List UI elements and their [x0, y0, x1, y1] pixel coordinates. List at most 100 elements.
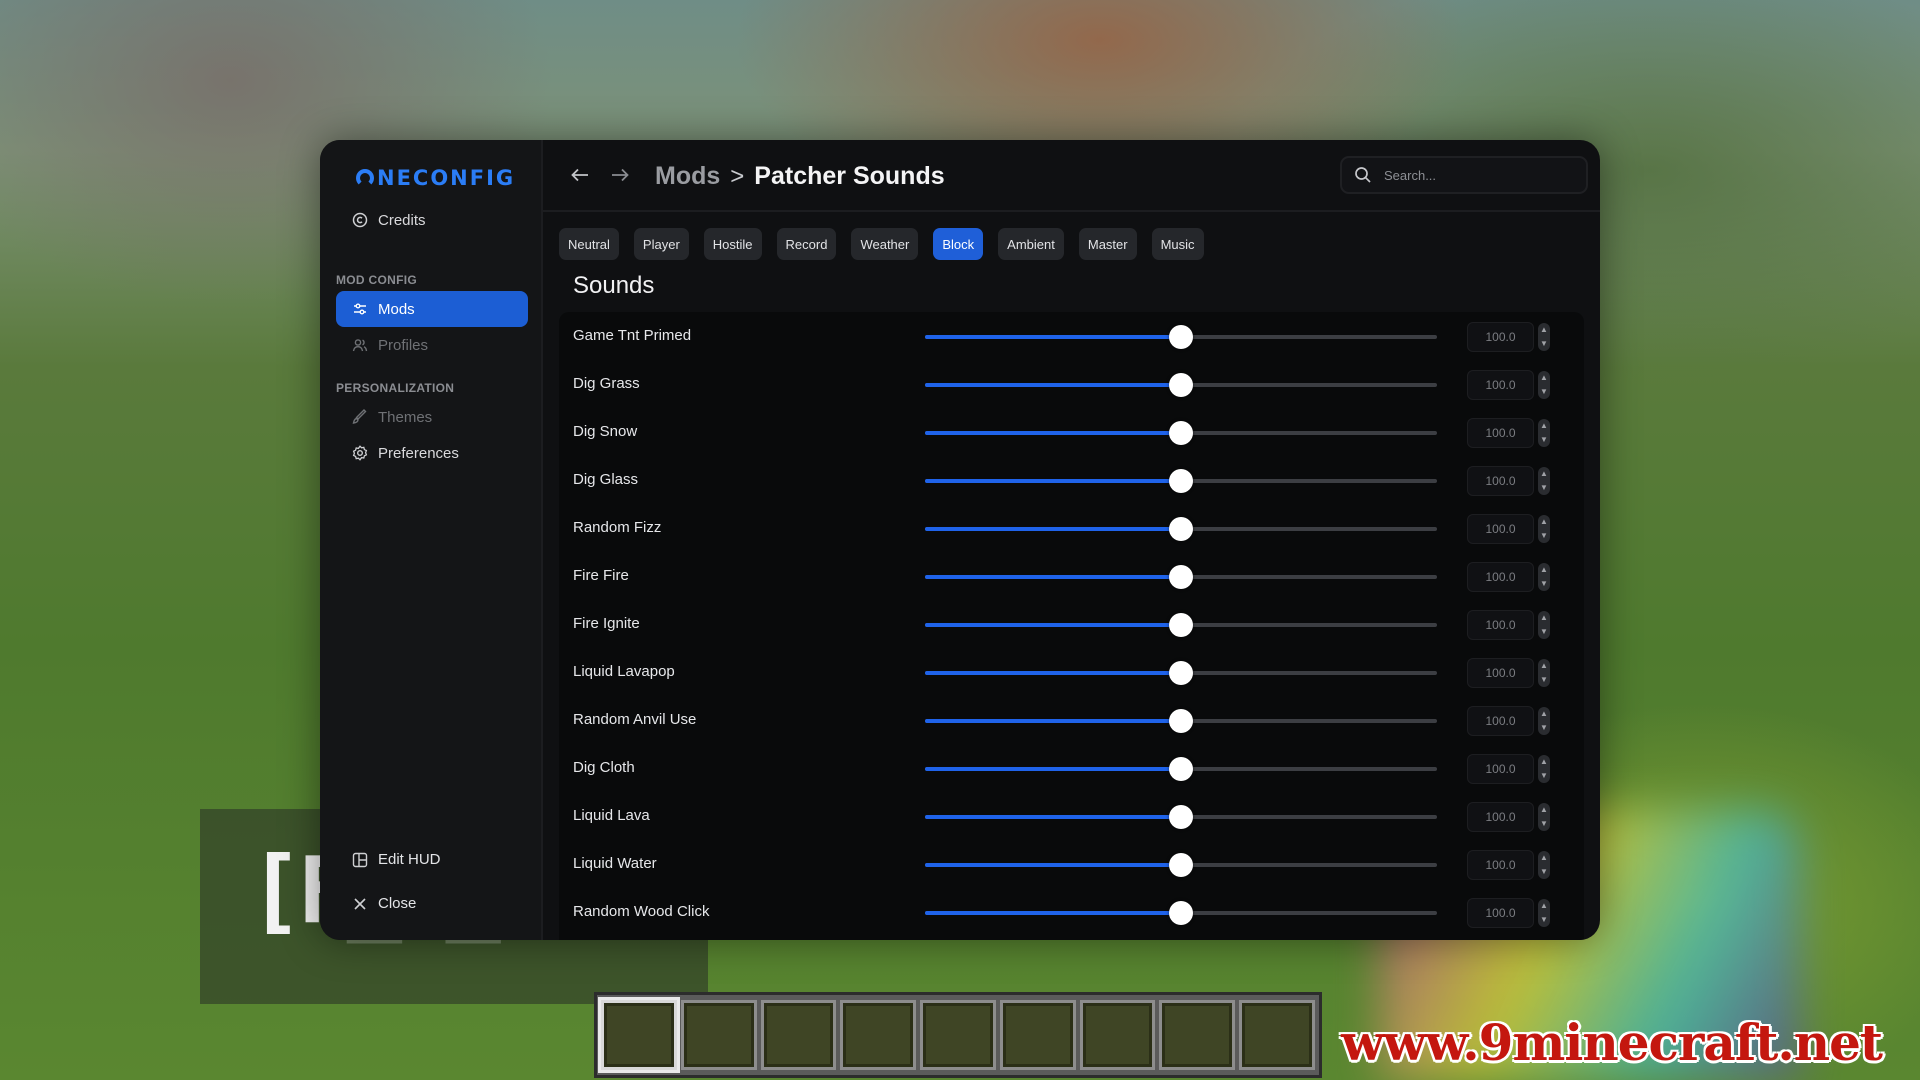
chevron-up-icon[interactable]: ▲ — [1540, 518, 1548, 526]
tab-block[interactable]: Block — [933, 228, 984, 260]
value-stepper[interactable]: ▲ ▼ — [1538, 851, 1550, 879]
chevron-up-icon[interactable]: ▲ — [1540, 806, 1548, 814]
value-stepper[interactable]: ▲ ▼ — [1538, 563, 1550, 591]
volume-slider[interactable] — [925, 853, 1437, 877]
chevron-down-icon[interactable]: ▼ — [1540, 436, 1548, 444]
sidebar-item-credits[interactable]: Credits — [336, 202, 528, 238]
chevron-up-icon[interactable]: ▲ — [1540, 470, 1548, 478]
value-stepper[interactable]: ▲ ▼ — [1538, 611, 1550, 639]
slider-knob[interactable] — [1169, 325, 1193, 349]
chevron-up-icon[interactable]: ▲ — [1540, 614, 1548, 622]
slider-knob[interactable] — [1169, 901, 1193, 925]
slider-knob[interactable] — [1169, 709, 1193, 733]
slider-knob[interactable] — [1169, 661, 1193, 685]
tab-hostile[interactable]: Hostile — [703, 228, 762, 260]
volume-slider[interactable] — [925, 469, 1437, 493]
chevron-down-icon[interactable]: ▼ — [1540, 772, 1548, 780]
volume-slider[interactable] — [925, 565, 1437, 589]
value-input[interactable]: 100.0 — [1467, 754, 1534, 784]
chevron-down-icon[interactable]: ▼ — [1540, 916, 1548, 924]
forward-arrow-icon[interactable] — [607, 162, 633, 188]
tab-record[interactable]: Record — [776, 228, 837, 260]
chevron-up-icon[interactable]: ▲ — [1540, 662, 1548, 670]
chevron-up-icon[interactable]: ▲ — [1540, 902, 1548, 910]
value-input[interactable]: 100.0 — [1467, 658, 1534, 688]
value-stepper[interactable]: ▲ ▼ — [1538, 323, 1550, 351]
value-input[interactable]: 100.0 — [1467, 802, 1534, 832]
sidebar-item-preferences[interactable]: Preferences — [336, 435, 528, 471]
breadcrumb-parent[interactable]: Mods — [655, 162, 720, 191]
chevron-down-icon[interactable]: ▼ — [1540, 388, 1548, 396]
chevron-down-icon[interactable]: ▼ — [1540, 340, 1548, 348]
value-input[interactable]: 100.0 — [1467, 514, 1534, 544]
value-input[interactable]: 100.0 — [1467, 322, 1534, 352]
slider-knob[interactable] — [1169, 373, 1193, 397]
value-input[interactable]: 100.0 — [1467, 610, 1534, 640]
tab-player[interactable]: Player — [633, 228, 689, 260]
chevron-up-icon[interactable]: ▲ — [1540, 710, 1548, 718]
volume-slider[interactable] — [925, 709, 1437, 733]
value-stepper[interactable]: ▲ ▼ — [1538, 371, 1550, 399]
slider-knob[interactable] — [1169, 469, 1193, 493]
close-button[interactable]: Close — [352, 895, 416, 912]
slider-knob[interactable] — [1169, 421, 1193, 445]
chevron-up-icon[interactable]: ▲ — [1540, 326, 1548, 334]
sidebar-item-mods[interactable]: Mods — [336, 291, 528, 327]
value-input[interactable]: 100.0 — [1467, 418, 1534, 448]
slider-knob[interactable] — [1169, 853, 1193, 877]
volume-slider[interactable] — [925, 613, 1437, 637]
hotbar-slot — [840, 1000, 917, 1070]
sidebar-item-profiles[interactable]: Profiles — [336, 327, 528, 363]
sidebar-item-themes[interactable]: Themes — [336, 399, 528, 435]
volume-slider[interactable] — [925, 661, 1437, 685]
volume-slider[interactable] — [925, 517, 1437, 541]
chevron-up-icon[interactable]: ▲ — [1540, 758, 1548, 766]
back-arrow-icon[interactable] — [567, 162, 593, 188]
value-stepper[interactable]: ▲ ▼ — [1538, 899, 1550, 927]
value-stepper[interactable]: ▲ ▼ — [1538, 467, 1550, 495]
chevron-down-icon[interactable]: ▼ — [1540, 628, 1548, 636]
value-input[interactable]: 100.0 — [1467, 850, 1534, 880]
slider-knob[interactable] — [1169, 613, 1193, 637]
section-title: Sounds — [573, 272, 655, 299]
tab-ambient[interactable]: Ambient — [998, 228, 1064, 260]
value-input[interactable]: 100.0 — [1467, 370, 1534, 400]
value-input[interactable]: 100.0 — [1467, 466, 1534, 496]
volume-slider[interactable] — [925, 901, 1437, 925]
slider-knob[interactable] — [1169, 757, 1193, 781]
chevron-up-icon[interactable]: ▲ — [1540, 422, 1548, 430]
volume-slider[interactable] — [925, 757, 1437, 781]
value-stepper[interactable]: ▲ ▼ — [1538, 419, 1550, 447]
chevron-down-icon[interactable]: ▼ — [1540, 484, 1548, 492]
edit-hud-button[interactable]: Edit HUD — [352, 851, 441, 868]
slider-knob[interactable] — [1169, 805, 1193, 829]
volume-slider[interactable] — [925, 805, 1437, 829]
chevron-up-icon[interactable]: ▲ — [1540, 854, 1548, 862]
tab-neutral[interactable]: Neutral — [559, 228, 619, 260]
tab-master[interactable]: Master — [1078, 228, 1137, 260]
chevron-up-icon[interactable]: ▲ — [1540, 374, 1548, 382]
chevron-up-icon[interactable]: ▲ — [1540, 566, 1548, 574]
value-stepper[interactable]: ▲ ▼ — [1538, 707, 1550, 735]
tab-music[interactable]: Music — [1151, 228, 1204, 260]
value-stepper[interactable]: ▲ ▼ — [1538, 755, 1550, 783]
value-stepper[interactable]: ▲ ▼ — [1538, 515, 1550, 543]
slider-knob[interactable] — [1169, 565, 1193, 589]
value-stepper[interactable]: ▲ ▼ — [1538, 659, 1550, 687]
slider-knob[interactable] — [1169, 517, 1193, 541]
chevron-down-icon[interactable]: ▼ — [1540, 532, 1548, 540]
volume-slider[interactable] — [925, 325, 1437, 349]
chevron-down-icon[interactable]: ▼ — [1540, 724, 1548, 732]
value-input[interactable]: 100.0 — [1467, 706, 1534, 736]
chevron-down-icon[interactable]: ▼ — [1540, 676, 1548, 684]
volume-slider[interactable] — [925, 373, 1437, 397]
volume-slider[interactable] — [925, 421, 1437, 445]
tab-weather[interactable]: Weather — [851, 228, 919, 260]
chevron-down-icon[interactable]: ▼ — [1540, 580, 1548, 588]
value-input[interactable]: 100.0 — [1467, 898, 1534, 928]
chevron-down-icon[interactable]: ▼ — [1540, 820, 1548, 828]
search-input[interactable] — [1384, 167, 1574, 183]
value-input[interactable]: 100.0 — [1467, 562, 1534, 592]
value-stepper[interactable]: ▲ ▼ — [1538, 803, 1550, 831]
chevron-down-icon[interactable]: ▼ — [1540, 868, 1548, 876]
